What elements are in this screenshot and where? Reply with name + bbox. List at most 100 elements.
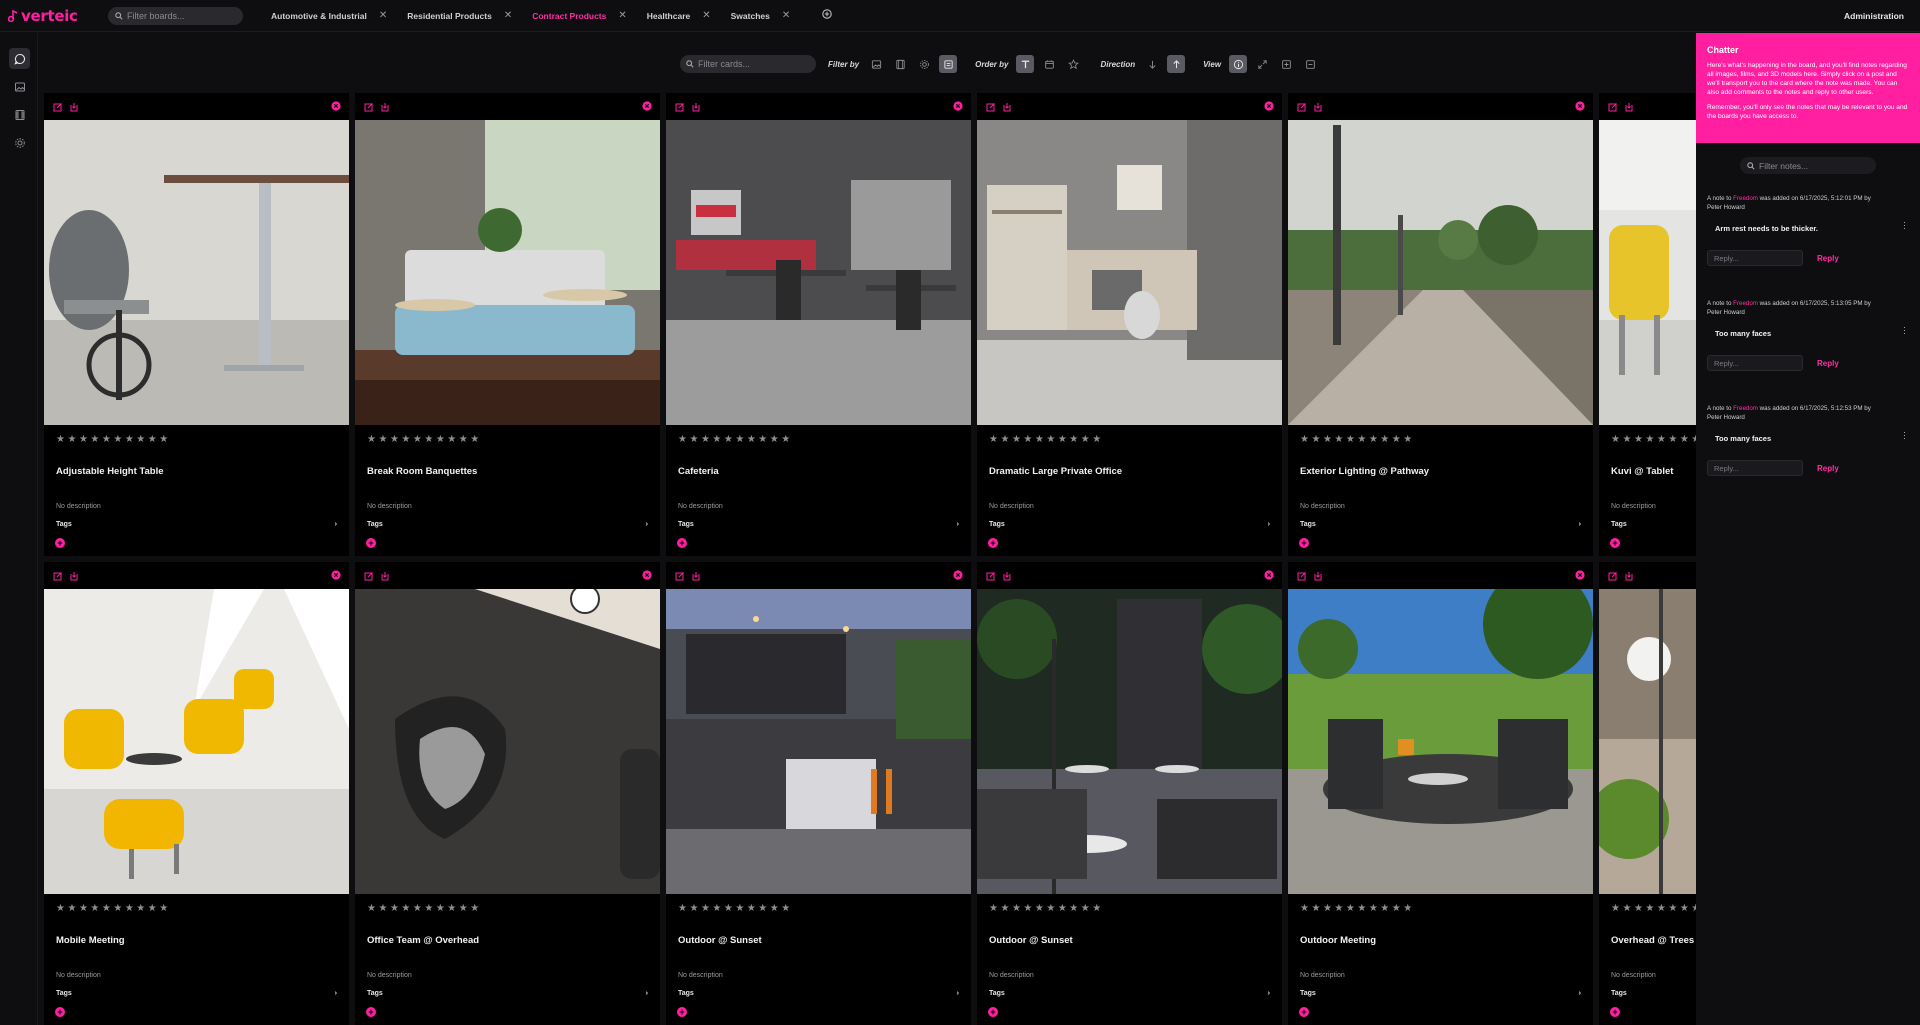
download-icon[interactable] xyxy=(1002,571,1012,581)
add-tag-button[interactable]: + xyxy=(988,1007,998,1017)
tab-swatches[interactable]: Swatches ✕ xyxy=(721,0,801,32)
rating-star-icon[interactable]: ★ xyxy=(424,904,433,914)
rating-star-icon[interactable]: ★ xyxy=(102,435,111,445)
rating-star-icon[interactable]: ★ xyxy=(1012,435,1021,445)
rating-star-icon[interactable]: ★ xyxy=(401,904,410,914)
close-icon[interactable]: ✕ xyxy=(379,10,387,21)
administration-menu[interactable]: Administration xyxy=(1844,11,1904,21)
card[interactable]: ★ ★ ★ ★ ★ ★ ★ ★ ★ ★ Office Team @ Overhead No descr… xyxy=(355,562,660,1025)
rating-star-icon[interactable]: ★ xyxy=(1346,435,1355,445)
rating-star-icon[interactable]: ★ xyxy=(378,904,387,914)
card-rating[interactable]: ★★★★★★★★★★ xyxy=(367,904,660,914)
card-rating[interactable]: ★★★★★★★★★★ xyxy=(678,904,971,914)
rating-star-icon[interactable]: ★ xyxy=(1346,904,1355,914)
reply-button[interactable]: Reply xyxy=(1817,254,1839,263)
more-vertical-icon[interactable]: · · · xyxy=(1903,218,1906,233)
rating-star-icon[interactable]: ★ xyxy=(1323,904,1332,914)
reply-input[interactable]: Reply... xyxy=(1707,250,1803,266)
rating-star-icon[interactable]: ★ xyxy=(159,904,168,914)
direction-descending-button[interactable] xyxy=(1143,55,1161,73)
reply-button[interactable]: Reply xyxy=(1817,464,1839,473)
rating-star-icon[interactable]: ★ xyxy=(1611,904,1620,914)
download-icon[interactable] xyxy=(1624,102,1634,112)
rating-star-icon[interactable]: ★ xyxy=(1380,435,1389,445)
more-vertical-icon[interactable]: · · · xyxy=(1903,323,1906,338)
rating-star-icon[interactable]: ★ xyxy=(701,435,710,445)
rating-star-icon[interactable]: ★ xyxy=(1046,435,1055,445)
order-by-rating-button[interactable] xyxy=(1064,55,1082,73)
rating-star-icon[interactable]: ★ xyxy=(102,904,111,914)
edit-icon[interactable] xyxy=(1608,571,1618,581)
card-tags-toggle[interactable]: Tags› xyxy=(1611,990,1696,997)
edit-icon[interactable] xyxy=(1297,102,1307,112)
reply-button[interactable]: Reply xyxy=(1817,359,1839,368)
rating-star-icon[interactable]: ★ xyxy=(148,904,157,914)
rating-star-icon[interactable]: ★ xyxy=(1081,904,1090,914)
add-tag-button[interactable]: + xyxy=(366,538,376,548)
card-image[interactable] xyxy=(355,120,660,425)
rating-star-icon[interactable]: ★ xyxy=(1634,435,1643,445)
card-image[interactable] xyxy=(44,120,349,425)
note-target-link[interactable]: Freedom xyxy=(1733,405,1758,412)
close-icon[interactable]: ✕ xyxy=(782,10,790,21)
card-image[interactable] xyxy=(355,589,660,894)
rating-star-icon[interactable]: ★ xyxy=(413,904,422,914)
rating-star-icon[interactable]: ★ xyxy=(1403,904,1412,914)
remove-card-icon[interactable] xyxy=(642,101,652,114)
rating-star-icon[interactable]: ★ xyxy=(1680,904,1689,914)
rating-star-icon[interactable]: ★ xyxy=(90,435,99,445)
card-image[interactable] xyxy=(1599,589,1696,894)
remove-card-icon[interactable] xyxy=(331,101,341,114)
rating-star-icon[interactable]: ★ xyxy=(1668,435,1677,445)
rating-star-icon[interactable]: ★ xyxy=(459,435,468,445)
download-icon[interactable] xyxy=(1002,102,1012,112)
rating-star-icon[interactable]: ★ xyxy=(689,435,698,445)
card-search-input[interactable]: Filter cards... xyxy=(680,55,816,73)
rating-star-icon[interactable]: ★ xyxy=(1657,904,1666,914)
close-icon[interactable]: ✕ xyxy=(702,10,710,21)
rating-star-icon[interactable]: ★ xyxy=(1680,435,1689,445)
rating-star-icon[interactable]: ★ xyxy=(447,435,456,445)
rating-star-icon[interactable]: ★ xyxy=(989,904,998,914)
rating-star-icon[interactable]: ★ xyxy=(1046,904,1055,914)
add-tag-button[interactable]: + xyxy=(366,1007,376,1017)
card[interactable]: ★ ★ ★ ★ ★ ★ ★ ★ ★ ★ Break Room Banquettes No descri… xyxy=(355,93,660,556)
card-rating[interactable]: ★★★★★★★★★★ xyxy=(1611,435,1696,445)
card-rating[interactable]: ★★★★★★★★★★ xyxy=(56,904,349,914)
rating-star-icon[interactable]: ★ xyxy=(79,435,88,445)
rating-star-icon[interactable]: ★ xyxy=(113,435,122,445)
card[interactable]: ★★★★★★★★★★ Overhead @ Trees C No descripti… xyxy=(1599,562,1696,1025)
rating-star-icon[interactable]: ★ xyxy=(747,904,756,914)
note-item[interactable]: A note to Freedom was added on 6/17/2025… xyxy=(1707,405,1909,476)
add-tag-button[interactable]: + xyxy=(677,1007,687,1017)
card-tags-toggle[interactable]: Tags› xyxy=(56,990,337,997)
rating-star-icon[interactable]: ★ xyxy=(1300,904,1309,914)
rating-star-icon[interactable]: ★ xyxy=(367,435,376,445)
order-by-date-button[interactable] xyxy=(1040,55,1058,73)
rating-star-icon[interactable]: ★ xyxy=(1023,904,1032,914)
card-tags-toggle[interactable]: Tags› xyxy=(367,521,648,528)
close-icon[interactable]: ✕ xyxy=(504,10,512,21)
card[interactable]: ★ ★ ★ ★ ★ ★ ★ ★ ★ ★ Cafeteria No description Tags › + xyxy=(666,93,971,556)
rating-star-icon[interactable]: ★ xyxy=(1300,435,1309,445)
rating-star-icon[interactable]: ★ xyxy=(1622,435,1631,445)
rating-star-icon[interactable]: ★ xyxy=(781,435,790,445)
rating-star-icon[interactable]: ★ xyxy=(159,435,168,445)
rating-star-icon[interactable]: ★ xyxy=(1311,904,1320,914)
tab-healthcare[interactable]: Healthcare ✕ xyxy=(637,0,721,32)
card-image[interactable] xyxy=(1288,589,1593,894)
filter-all-button[interactable] xyxy=(939,55,958,73)
remove-card-icon[interactable] xyxy=(1575,570,1585,583)
rating-star-icon[interactable]: ★ xyxy=(1000,435,1009,445)
card-image[interactable] xyxy=(977,589,1282,894)
tab-contract-products[interactable]: Contract Products ✕ xyxy=(522,0,637,32)
rating-star-icon[interactable]: ★ xyxy=(459,904,468,914)
rating-star-icon[interactable]: ★ xyxy=(1622,904,1631,914)
download-icon[interactable] xyxy=(69,571,79,581)
rating-star-icon[interactable]: ★ xyxy=(678,904,687,914)
remove-card-icon[interactable] xyxy=(1264,570,1274,583)
add-tag-button[interactable]: + xyxy=(677,538,687,548)
add-tag-button[interactable]: + xyxy=(1610,1007,1620,1017)
rating-star-icon[interactable]: ★ xyxy=(701,904,710,914)
rating-star-icon[interactable]: ★ xyxy=(758,904,767,914)
